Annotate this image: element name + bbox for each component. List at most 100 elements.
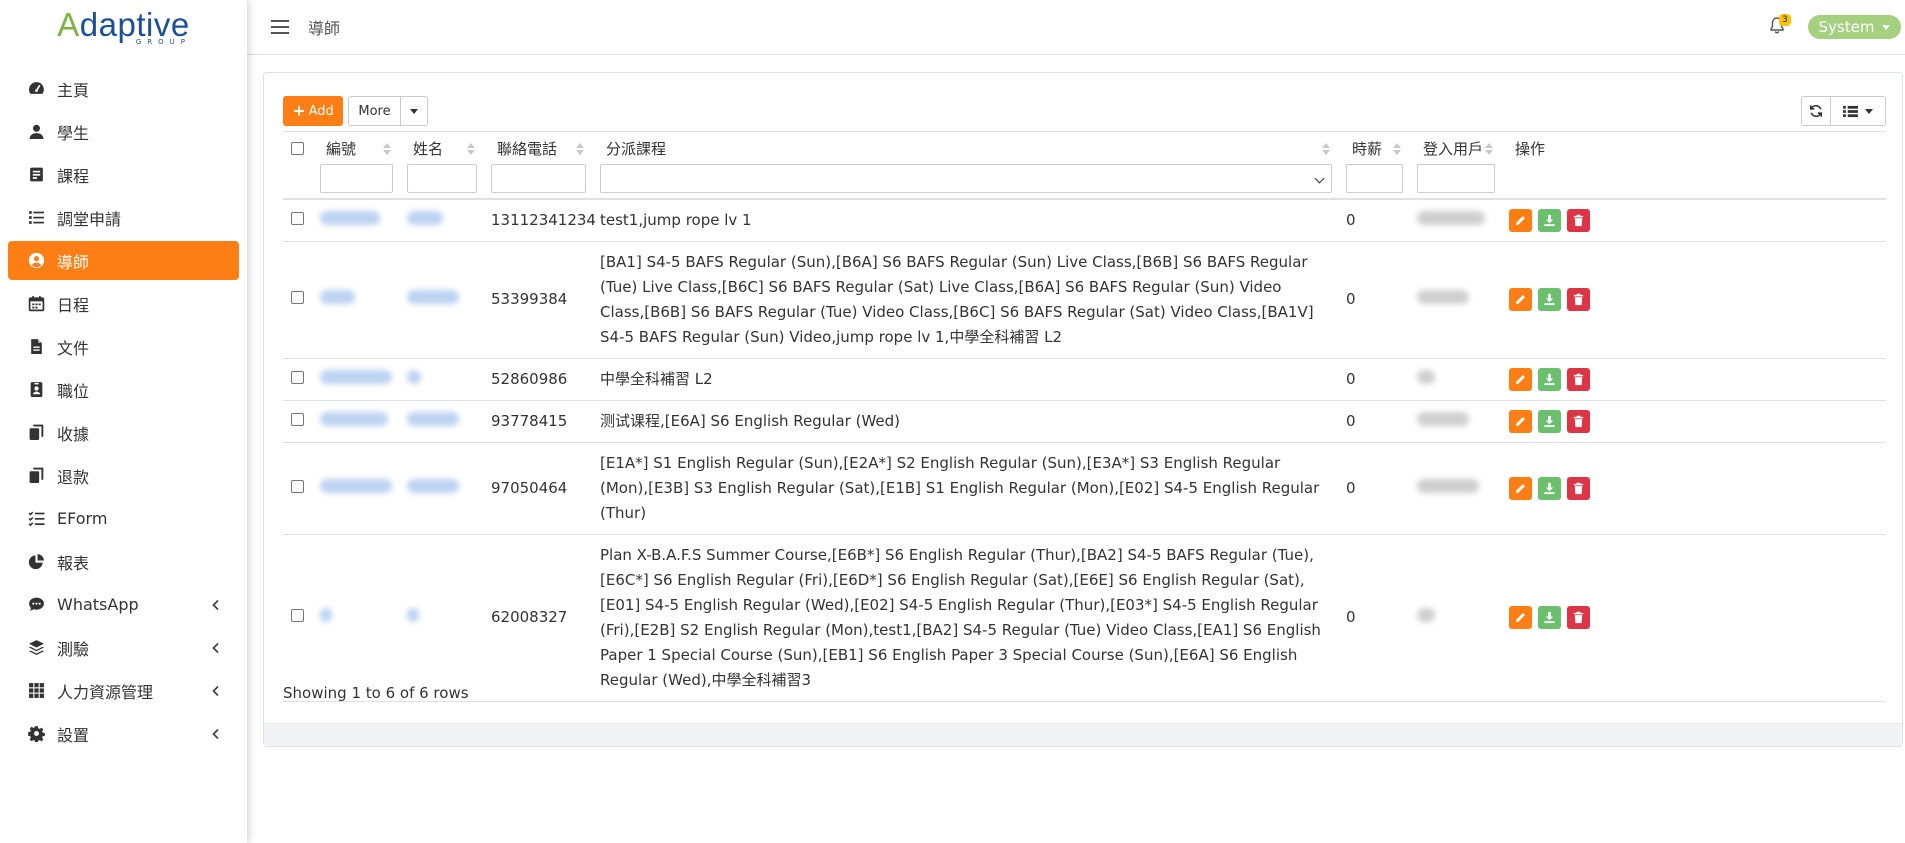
more-dropdown-toggle[interactable] xyxy=(401,97,427,125)
sidebar-item-13[interactable]: 測驗 xyxy=(8,628,239,667)
sidebar-item-4[interactable]: 導師 xyxy=(8,241,239,280)
tutor-name-link[interactable] xyxy=(407,608,419,622)
tutor-id-link[interactable] xyxy=(320,369,392,384)
plus-icon: + xyxy=(292,101,306,120)
download-button[interactable] xyxy=(1538,208,1561,232)
edit-button[interactable] xyxy=(1509,208,1532,232)
sidebar-item-label: 收據 xyxy=(57,424,90,444)
sidebar-item-0[interactable]: 主頁 xyxy=(8,69,239,108)
download-icon xyxy=(1544,214,1555,226)
delete-button[interactable] xyxy=(1567,208,1590,232)
edit-button[interactable] xyxy=(1509,288,1532,311)
caret-down-icon xyxy=(1865,108,1873,114)
logo[interactable]: Adaptive GROUP xyxy=(0,0,247,56)
tutor-id-link[interactable] xyxy=(320,290,355,304)
download-button[interactable] xyxy=(1538,606,1561,629)
delete-button[interactable] xyxy=(1567,288,1590,311)
trash-icon xyxy=(1573,214,1584,226)
pie-chart-icon xyxy=(26,552,46,572)
row-checkbox[interactable] xyxy=(291,609,304,622)
edit-button[interactable] xyxy=(1509,409,1532,433)
layers-icon xyxy=(26,638,46,658)
select-all-checkbox[interactable] xyxy=(291,141,304,155)
tutor-id-link[interactable] xyxy=(320,411,388,426)
sidebar-item-9[interactable]: 退款 xyxy=(8,456,239,495)
tutor-id-link[interactable] xyxy=(320,608,332,622)
download-button[interactable] xyxy=(1538,409,1561,433)
download-button[interactable] xyxy=(1538,288,1561,311)
filter-phone-input[interactable] xyxy=(491,164,586,193)
tutor-name-link[interactable] xyxy=(407,290,459,304)
columns-toggle-button[interactable] xyxy=(1831,97,1885,125)
sidebar-item-7[interactable]: 職位 xyxy=(8,370,239,409)
sidebar-item-11[interactable]: 報表 xyxy=(8,542,239,581)
header-phone[interactable]: 聯絡電話 xyxy=(483,131,592,200)
row-checkbox[interactable] xyxy=(291,370,304,384)
filter-id-input[interactable] xyxy=(320,164,393,193)
sort-icon xyxy=(1485,143,1493,155)
tutor-name-link[interactable] xyxy=(407,210,443,225)
header-rate[interactable]: 時薪 xyxy=(1338,131,1409,200)
notification-bell-icon[interactable]: 3 xyxy=(1769,14,1791,37)
pencil-icon xyxy=(1515,295,1525,305)
menu-toggle-icon[interactable] xyxy=(271,20,289,34)
tutor-name-link[interactable] xyxy=(407,478,459,493)
sidebar-item-6[interactable]: 文件 xyxy=(8,327,239,366)
tutor-id-link[interactable] xyxy=(320,478,392,493)
header-login-user[interactable]: 登入用戶 xyxy=(1409,131,1501,200)
filter-login-user-input[interactable] xyxy=(1417,164,1495,193)
sidebar-item-12[interactable]: WhatsApp xyxy=(8,585,239,624)
download-button[interactable] xyxy=(1538,367,1561,391)
filter-rate-input[interactable] xyxy=(1346,164,1403,193)
sidebar-item-10[interactable]: EForm xyxy=(8,499,239,538)
header-courses[interactable]: 分派課程 xyxy=(592,131,1338,200)
row-checkbox[interactable] xyxy=(291,479,304,493)
row-checkbox[interactable] xyxy=(291,211,304,225)
sidebar-item-2[interactable]: 課程 xyxy=(8,155,239,194)
edit-button[interactable] xyxy=(1509,606,1532,629)
header-name[interactable]: 姓名 xyxy=(399,131,483,200)
tutor-id-link[interactable] xyxy=(320,210,380,225)
delete-button[interactable] xyxy=(1567,367,1590,391)
header-actions: 操作 xyxy=(1501,131,1886,200)
table-tools xyxy=(1801,96,1886,126)
user-menu-button[interactable]: System xyxy=(1808,15,1901,39)
add-button[interactable]: + Add xyxy=(283,96,343,126)
edit-button[interactable] xyxy=(1509,367,1532,391)
tutor-courses: 测试课程,[E6A] S6 English Regular (Wed) xyxy=(592,400,1338,443)
download-button[interactable] xyxy=(1538,476,1561,500)
filter-courses-select[interactable] xyxy=(600,164,1332,193)
table-row[interactable]: 53399384 [BA1] S4-5 BAFS Regular (Sun),[B… xyxy=(283,241,1886,359)
filter-name-input[interactable] xyxy=(407,164,477,193)
table-row[interactable]: 52860986 中學全科補習 L2 0 xyxy=(283,358,1886,401)
tutor-name-link[interactable] xyxy=(407,369,421,384)
tutor-phone: 53399384 xyxy=(483,241,592,359)
sidebar-item-5[interactable]: 日程 xyxy=(8,284,239,323)
delete-button[interactable] xyxy=(1567,606,1590,629)
sidebar-item-14[interactable]: 人力資源管理 xyxy=(8,671,239,710)
header-id[interactable]: 編號 xyxy=(312,131,399,200)
chevron-left-icon xyxy=(209,683,223,697)
refresh-button[interactable] xyxy=(1802,97,1831,125)
delete-button[interactable] xyxy=(1567,409,1590,433)
table-row[interactable]: 13112341234 test1,jump rope lv 10 xyxy=(283,198,1886,242)
sidebar-item-15[interactable]: 設置 xyxy=(8,714,239,753)
pencil-icon xyxy=(1515,613,1525,623)
table-row[interactable]: 62008327 Plan X-B.A.F.S Summer Course,[E6… xyxy=(283,534,1886,702)
delete-button[interactable] xyxy=(1567,476,1590,500)
sidebar-item-label: 文件 xyxy=(57,338,90,358)
sidebar-item-1[interactable]: 學生 xyxy=(8,112,239,151)
table-row[interactable]: 93778415 测试课程,[E6A] S6 English Regular (W… xyxy=(283,400,1886,443)
sidebar-item-3[interactable]: 調堂申請 xyxy=(8,198,239,237)
sort-icon xyxy=(576,143,584,155)
sidebar-item-8[interactable]: 收據 xyxy=(8,413,239,452)
grid-icon xyxy=(26,681,46,701)
caret-down-icon xyxy=(410,108,418,114)
more-button[interactable]: More xyxy=(349,97,401,125)
row-checkbox[interactable] xyxy=(291,412,304,426)
row-checkbox[interactable] xyxy=(291,291,304,304)
edit-button[interactable] xyxy=(1509,476,1532,500)
tutor-name-link[interactable] xyxy=(407,411,459,426)
logo-text: Adaptive xyxy=(57,6,190,43)
table-row[interactable]: 97050464 [E1A*] S1 English Regular (Sun),… xyxy=(283,442,1886,535)
